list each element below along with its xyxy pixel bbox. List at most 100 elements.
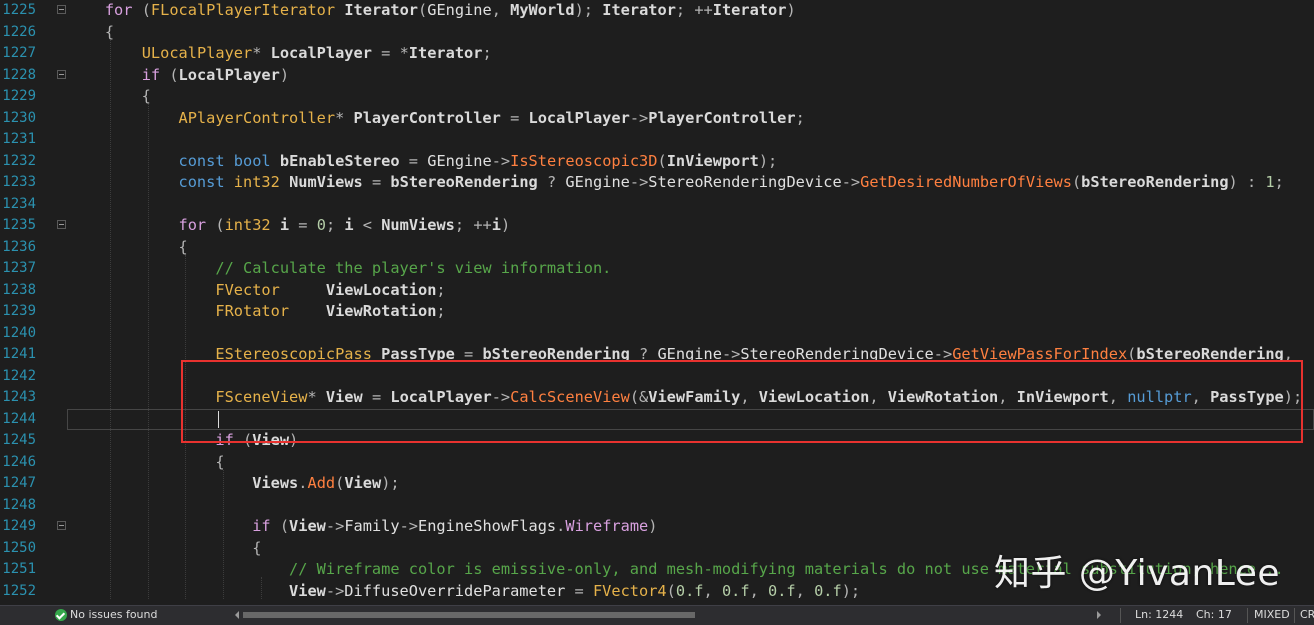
issues-status[interactable]: No issues found <box>70 608 157 621</box>
code-line[interactable]: 1247 Views.Add(View); <box>0 473 1314 495</box>
line-number: 1247 <box>2 475 36 491</box>
code-token: , <box>795 581 815 600</box>
collapse-icon[interactable] <box>57 521 66 530</box>
code-token: GEngine <box>427 151 492 170</box>
column-indicator[interactable]: Ch: 17 <box>1196 608 1232 621</box>
horizontal-scrollbar[interactable] <box>235 610 1101 620</box>
code-token: PlayerController <box>648 108 796 127</box>
line-number: 1246 <box>2 453 36 470</box>
collapse-icon[interactable] <box>57 220 66 229</box>
code-line[interactable]: 1235 for (int32 i = 0; i < NumViews; ++i… <box>0 215 1314 237</box>
code-token: GEngine <box>427 1 492 19</box>
code-token: = * <box>371 44 409 62</box>
collapse-icon[interactable] <box>57 69 66 79</box>
line-number: 1240 <box>2 324 36 341</box>
code-token: ; ++ <box>454 216 492 234</box>
code-text: for (FLocalPlayerIterator Iterator(GEngi… <box>68 1 796 20</box>
code-token: -> <box>629 173 649 191</box>
code-token: NumViews <box>289 173 363 191</box>
code-line[interactable]: 1231 <box>0 129 1314 151</box>
code-line[interactable]: 1230 APlayerController* PlayerController… <box>0 108 1314 130</box>
code-line[interactable]: 1225 for (FLocalPlayerIterator Iterator(… <box>0 0 1314 22</box>
code-token: = <box>565 581 593 600</box>
code-token: ViewRotation <box>325 302 437 320</box>
code-token: // Calculate the player's view informati… <box>215 259 612 277</box>
code-token: Views <box>252 474 299 492</box>
code-editor[interactable]: 1225 for (FLocalPlayerIterator Iterator(… <box>0 0 1314 605</box>
code-token: ( <box>335 474 345 492</box>
code-line[interactable]: 1237 // Calculate the player's view info… <box>0 258 1314 280</box>
code-token: ( <box>418 1 428 19</box>
code-line[interactable]: 1246 { <box>0 452 1314 474</box>
code-token: FVector <box>215 280 280 299</box>
check-circle-icon[interactable] <box>55 609 67 621</box>
code-line[interactable]: 1236 { <box>0 237 1314 259</box>
code-line[interactable]: 1227 ULocalPlayer* LocalPlayer = *Iterat… <box>0 43 1314 65</box>
code-token: if <box>141 65 161 84</box>
code-token: ? <box>537 173 566 191</box>
code-token: bStereoRendering <box>390 173 538 191</box>
code-token: -> <box>629 108 649 127</box>
annotation-highlight-box <box>181 360 1303 443</box>
code-token: ( <box>666 581 676 600</box>
code-token: ) <box>786 1 796 19</box>
code-line[interactable]: 1239 FRotator ViewRotation; <box>0 301 1314 323</box>
code-token: ) <box>279 65 290 84</box>
scrollbar-thumb[interactable] <box>243 612 695 618</box>
code-token: 0.f <box>675 581 704 600</box>
code-line[interactable]: 1228 if (LocalPlayer) <box>0 65 1314 87</box>
code-token: ); <box>758 151 778 170</box>
line-number: 1227 <box>2 45 36 61</box>
code-token: ); <box>574 1 603 19</box>
code-line[interactable]: 1249 if (View->Family->EngineShowFlags.W… <box>0 516 1314 538</box>
code-token: ViewLocation <box>325 280 437 299</box>
code-line[interactable]: 1248 <box>0 495 1314 517</box>
code-token: int32 <box>224 216 271 234</box>
code-token: Iterator <box>602 1 676 19</box>
line-number: 1245 <box>2 432 36 448</box>
code-token: MyWorld <box>510 1 575 19</box>
code-token: for <box>104 1 133 19</box>
code-token: View <box>289 581 326 600</box>
code-token: , <box>749 581 768 600</box>
scroll-right-icon[interactable] <box>1097 611 1101 619</box>
code-line[interactable]: 1233 const int32 NumViews = bStereoRende… <box>0 172 1314 194</box>
code-token: -> <box>841 173 861 191</box>
code-token: Wireframe <box>565 517 649 535</box>
line-ending-indicator[interactable]: MIXED <box>1254 608 1290 621</box>
code-line[interactable]: 1226 { <box>0 22 1314 44</box>
code-token: ) <box>648 517 658 535</box>
code-token: . <box>556 517 566 535</box>
code-line[interactable]: 1234 <box>0 194 1314 216</box>
line-number: 1231 <box>2 131 36 147</box>
encoding-indicator[interactable]: CR <box>1300 608 1314 621</box>
code-token: -> <box>399 517 418 535</box>
scroll-left-icon[interactable] <box>235 611 239 619</box>
line-number: 1230 <box>2 109 36 126</box>
code-line[interactable]: 1229 { <box>0 86 1314 108</box>
code-text: ULocalPlayer* LocalPlayer = *Iterator; <box>68 44 492 63</box>
line-number: 1248 <box>2 496 36 513</box>
code-line[interactable]: 1238 FVector ViewLocation; <box>0 280 1314 302</box>
code-token: 0 <box>316 216 326 234</box>
code-text: for (int32 i = 0; i < NumViews; ++i) <box>68 216 511 235</box>
code-text: // Calculate the player's view informati… <box>68 259 611 278</box>
line-indicator[interactable]: Ln: 1244 <box>1135 608 1183 621</box>
line-number: 1232 <box>2 152 36 169</box>
code-token: PlayerController <box>353 108 501 127</box>
code-line[interactable]: 1232 const bool bEnableStereo = GEngine-… <box>0 151 1314 173</box>
collapse-icon[interactable] <box>57 5 66 14</box>
code-line[interactable]: 1240 <box>0 323 1314 345</box>
code-token: ; <box>325 216 345 234</box>
code-token: { <box>68 237 188 256</box>
